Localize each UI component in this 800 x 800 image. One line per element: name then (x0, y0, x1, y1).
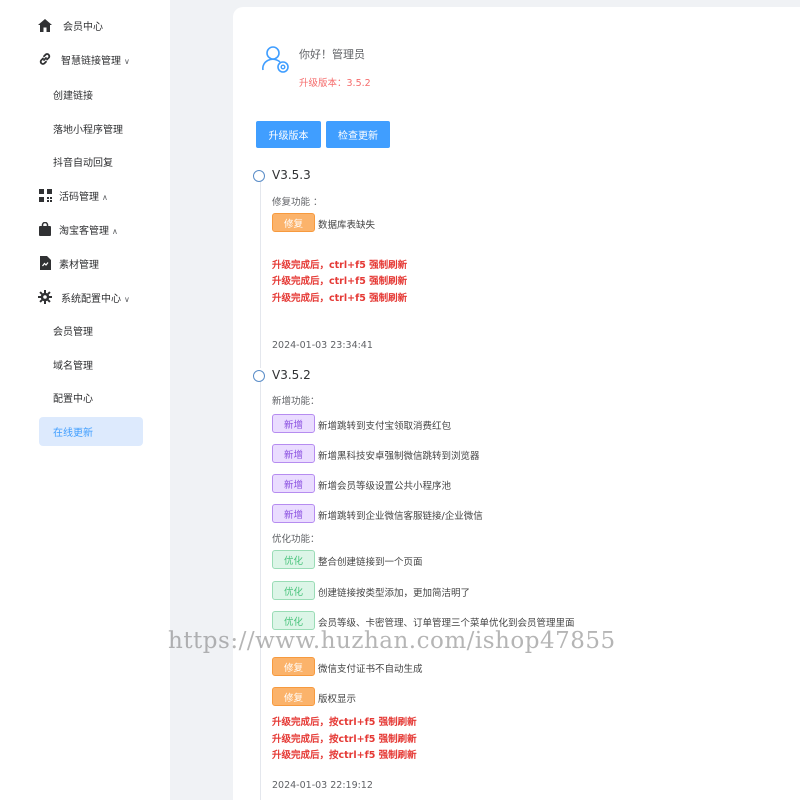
chevron-down-icon: ∨ (124, 56, 130, 66)
refresh-warning: 升级完成后，ctrl+f5 强制刷新 (272, 276, 408, 287)
timeline-dot (253, 370, 265, 382)
optimize-tag: 优化 (272, 581, 315, 600)
section-label: 优化功能： (272, 534, 320, 545)
sidebar-sub-domain-manage[interactable]: 域名管理 (53, 352, 93, 376)
fix-tag: 修复 (272, 657, 315, 676)
version-title: V3.5.3 (272, 168, 311, 182)
timeline-line (260, 381, 261, 800)
change-item: 创建链接按类型添加，更加简洁明了 (318, 588, 471, 599)
home-icon (38, 18, 52, 32)
change-item: 会员等级、卡密管理、订单管理三个菜单优化到会员管理里面 (318, 618, 575, 629)
sidebar-sub-douyin-reply[interactable]: 抖音自动回复 (53, 149, 113, 173)
new-tag: 新增 (272, 444, 315, 463)
chevron-up-icon: ∧ (102, 192, 108, 202)
user-settings-icon (262, 44, 292, 76)
sidebar-item-label: 系统配置中心 ∨ (61, 293, 130, 305)
timeline-dot (253, 170, 265, 182)
change-item: 微信支付证书不自动生成 (318, 664, 423, 675)
timeline-line (260, 182, 261, 368)
document-icon (38, 256, 52, 270)
fix-tag: 修复 (272, 213, 315, 232)
change-item: 版权显示 (318, 694, 357, 705)
refresh-warning: 升级完成后，ctrl+f5 强制刷新 (272, 293, 408, 304)
sidebar-item-label: 智慧链接管理 ∨ (61, 55, 130, 67)
refresh-warning: 升级完成后，按ctrl+f5 强制刷新 (272, 717, 417, 728)
sidebar-item-label: 活码管理 ∧ (59, 191, 108, 203)
chevron-down-icon: ∨ (124, 294, 130, 304)
upgrade-button[interactable]: 升级版本 (256, 121, 321, 148)
sidebar-item-material[interactable]: 素材管理 (0, 248, 170, 278)
link-icon (38, 52, 52, 66)
chevron-up-icon: ∧ (112, 226, 118, 236)
sidebar-item-system-config[interactable]: 系统配置中心 ∨ (0, 282, 170, 312)
qrcode-icon (38, 188, 52, 202)
sidebar-sub-member-manage[interactable]: 会员管理 (53, 318, 93, 342)
refresh-warning: 升级完成后，按ctrl+f5 强制刷新 (272, 734, 417, 745)
change-item: 新增跳转到支付宝领取消费红包 (318, 421, 452, 432)
sidebar-item-live-code[interactable]: 活码管理 ∧ (0, 180, 170, 210)
sidebar-item-member-center[interactable]: 会员中心 (0, 10, 170, 40)
optimize-tag: 优化 (272, 550, 315, 569)
version-title: V3.5.2 (272, 368, 311, 382)
shopping-bag-icon (38, 222, 52, 236)
current-version: 升级版本：3.5.2 (299, 78, 371, 89)
greeting-text: 你好！管理员 (299, 48, 365, 61)
new-tag: 新增 (272, 474, 315, 493)
sidebar-item-label: 淘宝客管理 ∧ (59, 225, 118, 237)
sidebar-sub-online-update[interactable]: 在线更新 (39, 417, 143, 446)
fix-tag: 修复 (272, 687, 315, 706)
sidebar-sub-config-center[interactable]: 配置中心 (53, 385, 93, 409)
change-item: 整合创建链接到一个页面 (318, 557, 423, 568)
refresh-warning: 升级完成后，ctrl+f5 强制刷新 (272, 260, 408, 271)
refresh-warning: 升级完成后，按ctrl+f5 强制刷新 (272, 750, 417, 761)
sidebar-sub-create-link[interactable]: 创建链接 (53, 82, 93, 106)
timestamp: 2024-01-03 22:19:12 (272, 780, 373, 791)
section-label: 修复功能 ： (272, 197, 323, 208)
check-update-button[interactable]: 检查更新 (326, 121, 390, 148)
new-tag: 新增 (272, 414, 315, 433)
sidebar-item-smart-link[interactable]: 智慧链接管理 ∨ (0, 44, 170, 74)
change-item: 新增跳转到企业微信客服链接/企业微信 (318, 511, 483, 522)
change-item: 数据库表缺失 (318, 220, 376, 231)
sidebar: 会员中心 智慧链接管理 ∨ 创建链接 落地小程序管理 抖音自动回复 活码管理 ∧ 淘… (0, 0, 170, 800)
new-tag: 新增 (272, 504, 315, 523)
section-label: 新增功能： (272, 396, 320, 407)
watermark-text: https://www.huzhan.com/ishop47855 (168, 628, 616, 654)
timestamp: 2024-01-03 23:34:41 (272, 340, 373, 351)
change-item: 新增黑科技安卓强制微信跳转到浏览器 (318, 451, 480, 462)
sidebar-item-taobaoke[interactable]: 淘宝客管理 ∧ (0, 214, 170, 244)
gear-icon (38, 290, 52, 304)
sidebar-sub-mini-program[interactable]: 落地小程序管理 (53, 116, 123, 140)
change-item: 新增会员等级设置公共小程序池 (318, 481, 452, 492)
